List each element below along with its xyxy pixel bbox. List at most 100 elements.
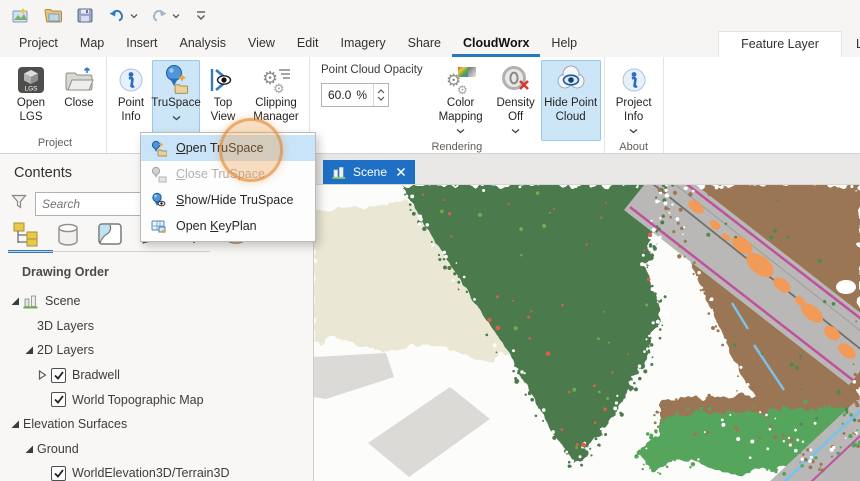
drawing-order-heading: Drawing Order: [22, 265, 109, 279]
menu-item-label: Open TruSpace: [176, 141, 264, 155]
point-info-icon: [116, 63, 146, 97]
tab-labeling-partial[interactable]: La: [842, 32, 860, 57]
menu-item-open-keyplan[interactable]: Open KeyPlan: [141, 213, 315, 239]
menu-item-label: Close TruSpace: [176, 167, 265, 181]
density-off-label: Density Off: [492, 97, 540, 124]
ribbon-tab-share[interactable]: Share: [397, 31, 452, 57]
ribbon-tab-insert[interactable]: Insert: [115, 31, 168, 57]
filter-funnel-icon[interactable]: [10, 192, 29, 216]
scene-tab-icon: [332, 166, 346, 179]
scene-layer-icon: [23, 294, 40, 309]
opacity-unit: %: [351, 88, 367, 102]
layer-label: WorldElevation3D/Terrain3D: [72, 466, 229, 480]
ribbon-group-rendering: Point Cloud Opacity 60.0 %: [310, 57, 605, 153]
open-lgs-icon: LGS: [16, 63, 46, 97]
tree-row-bradwell[interactable]: Bradwell: [0, 363, 312, 388]
ribbon-tab-analysis[interactable]: Analysis: [169, 31, 238, 57]
color-mapping-button[interactable]: ⚙ ⚙ Color Mapping: [431, 60, 491, 141]
open-lgs-label: Open LGS: [8, 97, 54, 124]
ribbon-group-about: Project Info About: [605, 57, 664, 153]
density-off-icon: [500, 63, 532, 97]
layer-label: World Topographic Map: [72, 393, 204, 407]
tree-row-elevation-surfaces[interactable]: Elevation Surfaces: [0, 412, 312, 437]
open-keyplan-icon: [149, 218, 167, 235]
ribbon-tab-bar: ProjectMapInsertAnalysisViewEditImageryS…: [0, 30, 860, 57]
tree-row-2d-layers[interactable]: 2D Layers: [0, 338, 312, 363]
close-folder-icon: [63, 63, 95, 97]
new-project-icon[interactable]: [10, 4, 32, 26]
layer-label: Bradwell: [72, 368, 120, 382]
tree-row-world-topographic-map[interactable]: World Topographic Map: [0, 387, 312, 412]
hide-point-cloud-button[interactable]: Hide Point Cloud: [541, 60, 601, 141]
layer-checkbox[interactable]: [51, 466, 66, 481]
tree-row-ground[interactable]: Ground: [0, 437, 312, 462]
point-cloud-opacity-label: Point Cloud Opacity: [321, 64, 423, 76]
truspace-chevron-down-icon: [172, 112, 181, 126]
redo-dropdown-chevron-icon[interactable]: [172, 6, 180, 24]
expander-open-icon[interactable]: [10, 419, 23, 429]
menu-item-close-truspace[interactable]: Close TruSpace: [141, 161, 315, 187]
ribbon-tab-edit[interactable]: Edit: [286, 31, 330, 57]
menu-item-open-truspace[interactable]: Open TruSpace: [141, 135, 315, 161]
menu-item-label: Show/Hide TruSpace: [176, 193, 293, 207]
layer-label: 2D Layers: [37, 343, 94, 357]
tab-feature-layer[interactable]: Feature Layer: [718, 31, 842, 57]
redo-icon[interactable]: [148, 4, 170, 26]
tree-row-scene[interactable]: Scene: [0, 289, 312, 314]
svg-text:⚙: ⚙: [457, 83, 468, 96]
layer-checkbox[interactable]: [51, 392, 66, 407]
truspace-button[interactable]: TruSpace: [152, 60, 200, 137]
stepper-down-icon: [377, 96, 385, 101]
close-label: Close: [64, 97, 93, 111]
opacity-stepper[interactable]: [373, 84, 388, 106]
open-project-icon[interactable]: [42, 4, 64, 26]
customize-toolbar-icon[interactable]: [190, 4, 212, 26]
svg-text:⚙: ⚙: [273, 82, 285, 96]
contextual-tab-group: Feature Layer La: [718, 30, 860, 57]
open-lgs-button[interactable]: LGS Open LGS: [7, 60, 55, 137]
project-info-label: Project Info: [609, 97, 659, 124]
clipping-manager-label: Clipping Manager: [247, 97, 305, 124]
ribbon-tab-cloudworx[interactable]: CloudWorx: [452, 31, 540, 57]
opacity-value[interactable]: 60.0: [322, 88, 351, 102]
show-hide-truspace-icon: [149, 192, 167, 209]
expander-open-icon[interactable]: [24, 444, 37, 454]
ribbon-tab-imagery[interactable]: Imagery: [329, 31, 396, 57]
scene-tab-close-icon[interactable]: [396, 167, 406, 177]
menu-item-show-hide-truspace[interactable]: Show/Hide TruSpace: [141, 187, 315, 213]
tab-list-by-drawing-order[interactable]: [12, 222, 39, 247]
ribbon-tab-help[interactable]: Help: [540, 31, 588, 57]
tree-row-worldelevation3d-terrain3d[interactable]: WorldElevation3D/Terrain3D: [0, 461, 312, 481]
pane-tab-hairline: [8, 251, 210, 252]
open-truspace-icon: [149, 140, 167, 157]
expander-open-icon[interactable]: [24, 345, 37, 355]
density-off-button[interactable]: Density Off: [491, 60, 541, 141]
close-button[interactable]: Close: [55, 60, 103, 137]
tab-list-by-data-source[interactable]: [54, 222, 81, 247]
color-mapping-icon: ⚙ ⚙: [444, 63, 478, 97]
ribbon-tab-map[interactable]: Map: [69, 31, 115, 57]
layer-label: 3D Layers: [37, 319, 94, 333]
ribbon-tab-view[interactable]: View: [237, 31, 286, 57]
top-view-button[interactable]: Top View: [200, 60, 246, 137]
map-canvas[interactable]: [314, 185, 860, 481]
truspace-label: TruSpace: [151, 97, 200, 111]
expander-open-icon[interactable]: [10, 296, 23, 306]
save-project-icon[interactable]: [74, 4, 96, 26]
group-label-project: Project: [7, 137, 103, 153]
opacity-spinner[interactable]: 60.0 %: [321, 83, 389, 107]
clipping-manager-icon: ⚙ ⚙: [259, 63, 293, 97]
ribbon-tab-project[interactable]: Project: [8, 31, 69, 57]
project-info-button[interactable]: Project Info: [608, 60, 660, 141]
tab-scene[interactable]: Scene: [323, 160, 415, 184]
layer-label: Elevation Surfaces: [23, 417, 127, 431]
menu-item-label: Open KeyPlan: [176, 219, 257, 233]
expander-closed-icon[interactable]: [38, 370, 51, 380]
clipping-manager-button[interactable]: ⚙ ⚙ Clipping Manager: [246, 60, 306, 137]
undo-icon[interactable]: [106, 4, 128, 26]
tab-list-by-selection[interactable]: [96, 222, 123, 247]
tree-row-3d-layers[interactable]: 3D Layers: [0, 314, 312, 339]
undo-dropdown-chevron-icon[interactable]: [130, 6, 138, 24]
layer-checkbox[interactable]: [51, 368, 66, 383]
point-info-button[interactable]: Point Info: [110, 60, 152, 137]
